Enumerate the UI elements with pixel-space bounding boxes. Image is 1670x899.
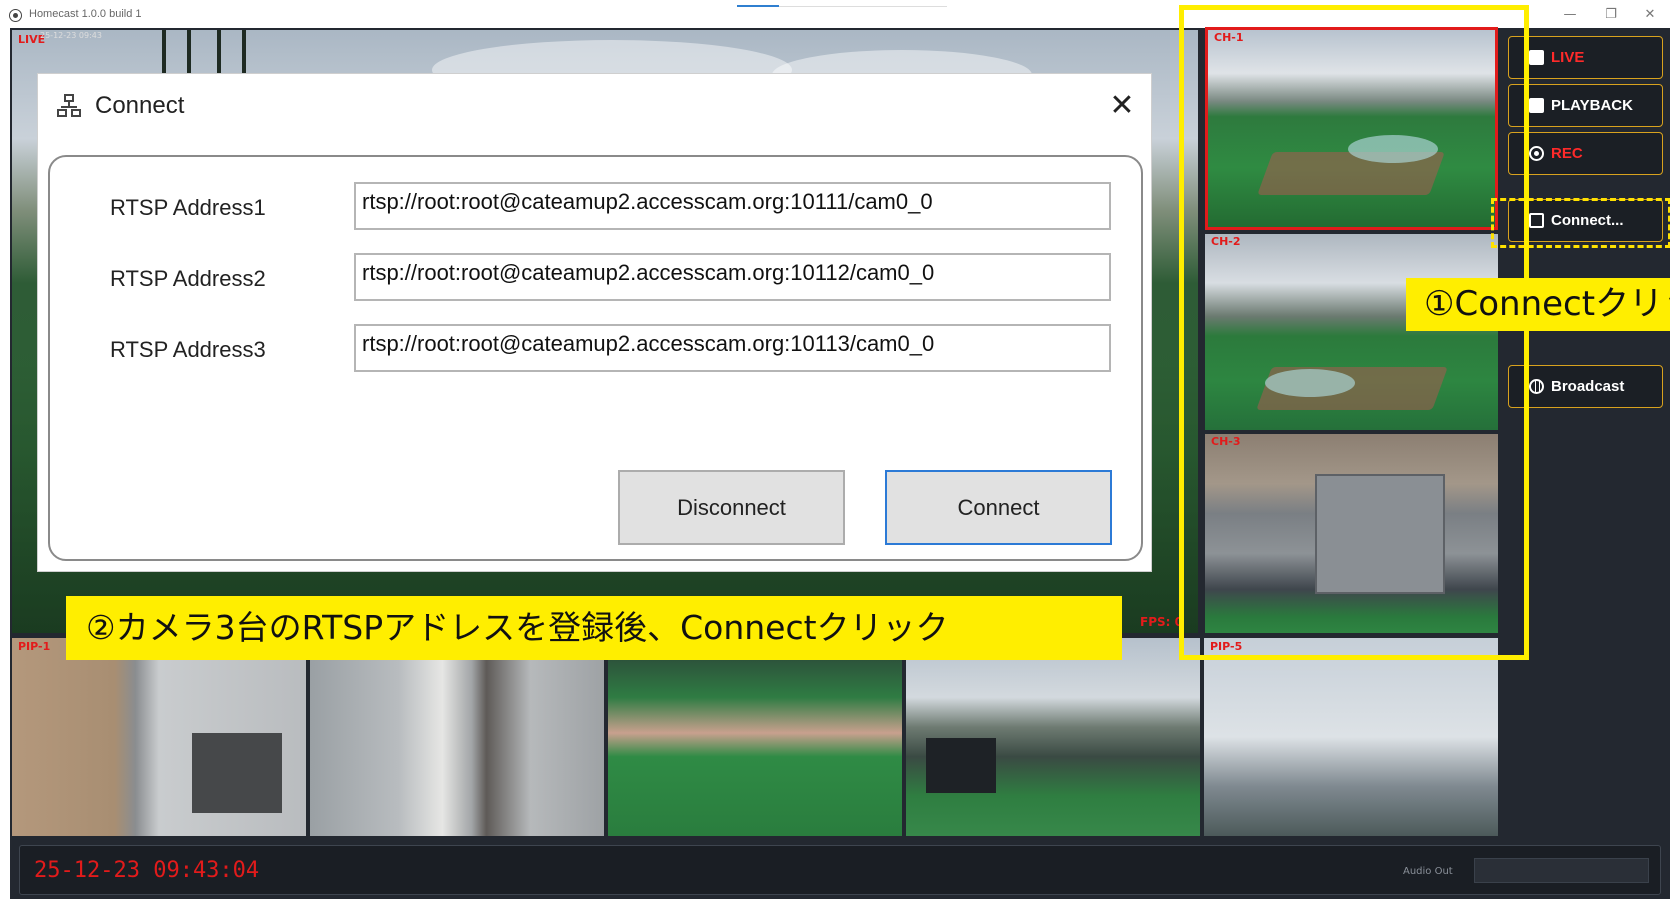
live-button[interactable]: LIVE (1508, 36, 1663, 79)
titlebar-accent (737, 5, 779, 7)
pip-4-view[interactable] (906, 638, 1200, 836)
channel-highlight-box (1179, 5, 1529, 660)
rec-button-label: REC (1551, 145, 1583, 162)
record-icon (1529, 146, 1544, 161)
audio-out-label: Audio Out (1403, 866, 1453, 877)
playback-button-label: PLAYBACK (1551, 97, 1633, 114)
playback-icon (1529, 98, 1544, 113)
rec-button[interactable]: REC (1508, 132, 1663, 175)
disconnect-button[interactable]: Disconnect (618, 470, 845, 545)
grid-icon (1529, 50, 1544, 65)
connect-dialog: Connect ✕ RTSP Address1 RTSP Address2 RT… (37, 73, 1152, 572)
audio-out-slider[interactable] (1474, 858, 1649, 883)
live-button-label: LIVE (1551, 49, 1585, 66)
annotation-step2: ②カメラ3台のRTSPアドレスを登録後、Connectクリック (66, 596, 1122, 660)
fps-indicator: FPS: 0 (1140, 615, 1183, 629)
pip-1-view[interactable]: PIP-1 (12, 638, 306, 836)
playback-button[interactable]: PLAYBACK (1508, 84, 1663, 127)
window-title: Homecast 1.0.0 build 1 (29, 8, 142, 20)
rtsp-address1-input[interactable] (354, 182, 1111, 230)
globe-icon (1529, 379, 1544, 394)
scoreboard-shape (926, 738, 996, 793)
pip-2-view[interactable] (310, 638, 604, 836)
rtsp-address3-label: RTSP Address3 (110, 337, 266, 362)
broadcast-button-label: Broadcast (1551, 378, 1625, 395)
live-overlay-time: 25-12-23 09:43 (40, 31, 102, 40)
dialog-close-button[interactable]: ✕ (1104, 88, 1140, 124)
rtsp-address2-label: RTSP Address2 (110, 266, 266, 291)
pip-strip: PIP-1 PIP-5 (12, 638, 1498, 836)
status-datetime: 25-12-23 09:43:04 (34, 858, 260, 883)
window-shape (192, 733, 282, 813)
network-icon (57, 94, 81, 118)
dialog-title: Connect (95, 92, 185, 119)
rtsp-address2-input[interactable] (354, 253, 1111, 301)
broadcast-button[interactable]: Broadcast (1508, 365, 1663, 408)
restore-button[interactable]: ❐ (1594, 2, 1628, 28)
connect-button[interactable]: Connect (885, 470, 1112, 545)
window-close-button[interactable]: ✕ (1633, 2, 1667, 28)
pip-3-view[interactable] (608, 638, 902, 836)
app-logo-icon (9, 9, 22, 22)
rtsp-address3-input[interactable] (354, 324, 1111, 372)
rtsp-address1-label: RTSP Address1 (110, 195, 266, 220)
status-bar: 25-12-23 09:43:04 Audio Out (19, 845, 1661, 895)
titlebar-line (779, 6, 947, 7)
pip-5-view[interactable]: PIP-5 (1204, 638, 1498, 836)
annotation-step1: ①Connectクリック (1406, 278, 1670, 331)
minimize-button[interactable]: — (1553, 2, 1587, 28)
pip-label: PIP-1 (18, 640, 51, 653)
